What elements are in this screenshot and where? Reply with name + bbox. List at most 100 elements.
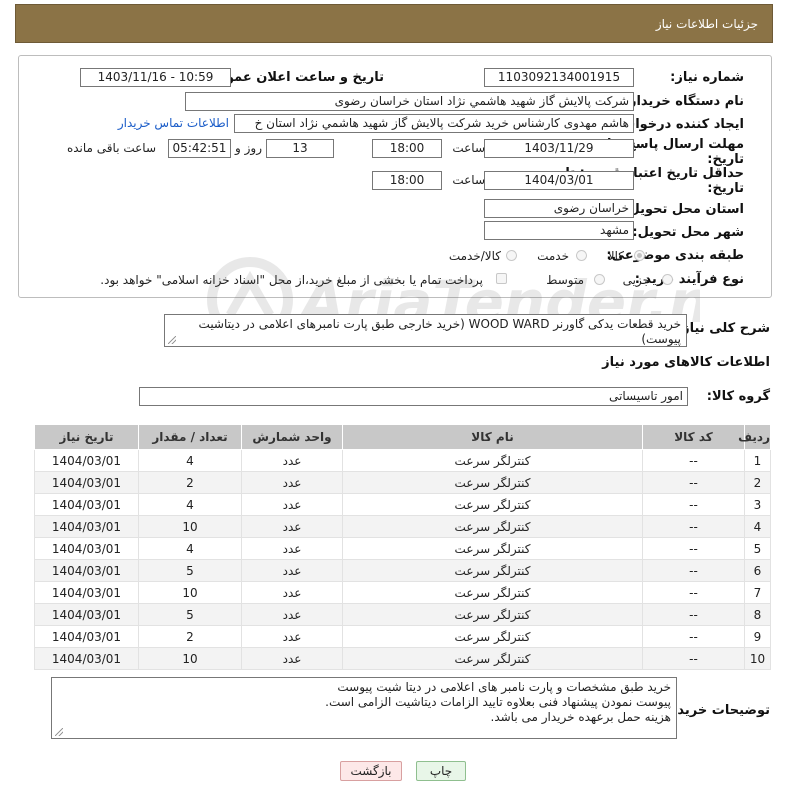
category-goods-service-radio[interactable] <box>506 250 517 261</box>
validity-time-field: 18:00 <box>372 171 442 190</box>
buyer-notes-line-3: هزینه حمل برعهده خریدار می باشد. <box>490 710 672 724</box>
resize-handle-icon[interactable] <box>55 728 63 736</box>
col-header-quantity: تعداد / مقدار <box>138 424 242 450</box>
item-name: کنترلگر سرعت <box>342 581 643 604</box>
resize-handle-icon[interactable] <box>168 336 176 344</box>
row-number: 10 <box>744 647 771 670</box>
item-unit: عدد <box>241 647 343 670</box>
deadline-time-field: 18:00 <box>372 139 442 158</box>
item-quantity: 4 <box>138 537 242 560</box>
table-row: 3 -- کنترلگر سرعت عدد 4 1404/03/01 <box>34 493 771 516</box>
item-quantity: 4 <box>138 449 242 472</box>
row-number: 4 <box>744 515 771 538</box>
goods-group-label: گروه کالا: <box>706 389 770 404</box>
row-number: 3 <box>744 493 771 516</box>
item-unit: عدد <box>241 559 343 582</box>
item-unit: عدد <box>241 537 343 560</box>
category-service-radio[interactable] <box>576 250 587 261</box>
item-code: -- <box>642 559 745 582</box>
item-quantity: 10 <box>138 647 242 670</box>
print-button[interactable]: چاپ <box>416 761 466 781</box>
table-row: 6 -- کنترلگر سرعت عدد 5 1404/03/01 <box>34 559 771 582</box>
item-unit: عدد <box>241 493 343 516</box>
treasury-payment-checkbox[interactable] <box>496 273 507 284</box>
buyer-org-label: نام دستگاه خریدار: <box>623 94 744 109</box>
need-number-field: 1103092134001915 <box>484 68 634 87</box>
process-medium-radio[interactable] <box>594 274 605 285</box>
item-date: 1404/03/01 <box>34 449 139 472</box>
item-date: 1404/03/01 <box>34 581 139 604</box>
col-header-code: کد کالا <box>642 424 745 450</box>
item-name: کنترلگر سرعت <box>342 471 643 494</box>
item-name: کنترلگر سرعت <box>342 493 643 516</box>
item-quantity: 4 <box>138 493 242 516</box>
back-button[interactable]: بازگشت <box>340 761 402 781</box>
table-row: 4 -- کنترلگر سرعت عدد 10 1404/03/01 <box>34 515 771 538</box>
deadline-date-field: 1403/11/29 <box>484 139 634 158</box>
row-number: 6 <box>744 559 771 582</box>
item-code: -- <box>642 493 745 516</box>
item-code: -- <box>642 515 745 538</box>
table-row: 8 -- کنترلگر سرعت عدد 5 1404/03/01 <box>34 603 771 626</box>
row-number: 8 <box>744 603 771 626</box>
item-quantity: 10 <box>138 515 242 538</box>
item-date: 1404/03/01 <box>34 515 139 538</box>
validity-label-date: تاریخ: <box>707 181 744 196</box>
table-row: 9 -- کنترلگر سرعت عدد 2 1404/03/01 <box>34 625 771 648</box>
treasury-payment-note: پرداخت تمام یا بخشی از مبلغ خرید،از محل … <box>100 273 483 287</box>
need-number-label: شماره نیاز: <box>670 70 744 85</box>
category-goods-radio[interactable] <box>634 250 645 261</box>
item-code: -- <box>642 581 745 604</box>
item-date: 1404/03/01 <box>34 625 139 648</box>
days-label: روز و <box>235 141 262 155</box>
col-header-row: ردیف <box>738 424 771 450</box>
process-medium-label: متوسط <box>546 273 584 287</box>
item-quantity: 2 <box>138 471 242 494</box>
creator-field: هاشم مهدوی کارشناس خرید شرکت پالايش گاز … <box>234 114 634 133</box>
table-row: 2 -- کنترلگر سرعت عدد 2 1404/03/01 <box>34 471 771 494</box>
category-service-label: خدمت <box>537 249 569 263</box>
item-unit: عدد <box>241 515 343 538</box>
col-header-name: نام کالا <box>342 424 643 450</box>
process-minor-label: جزیی <box>622 273 650 287</box>
description-textarea[interactable]: خرید قطعات یدکی گاورنر WOOD WARD (خرید خ… <box>164 314 687 347</box>
col-header-date: تاریخ نیاز <box>34 424 139 450</box>
contact-info-link[interactable]: اطلاعات تماس خریدار <box>118 116 229 130</box>
item-name: کنترلگر سرعت <box>342 603 643 626</box>
province-label: استان محل تحویل: <box>623 202 744 217</box>
item-code: -- <box>642 603 745 626</box>
deadline-time-label: ساعت <box>452 141 485 155</box>
item-unit: عدد <box>241 471 343 494</box>
item-unit: عدد <box>241 625 343 648</box>
remaining-label: ساعت باقی مانده <box>66 141 156 155</box>
item-quantity: 10 <box>138 581 242 604</box>
col-header-unit: واحد شمارش <box>241 424 343 450</box>
province-field: خراسان رضوی <box>484 199 634 218</box>
item-date: 1404/03/01 <box>34 537 139 560</box>
item-name: کنترلگر سرعت <box>342 647 643 670</box>
deadline-label-date: تاریخ: <box>707 152 744 167</box>
item-name: کنترلگر سرعت <box>342 537 643 560</box>
row-number: 1 <box>744 449 771 472</box>
days-field: 13 <box>266 139 334 158</box>
page-title: جزئیات اطلاعات نیاز <box>655 17 758 31</box>
city-label: شهر محل تحویل: <box>632 225 744 240</box>
item-unit: عدد <box>241 581 343 604</box>
goods-section-title: اطلاعات کالاهای مورد نیاز <box>602 355 770 370</box>
validity-time-label: ساعت <box>452 173 485 187</box>
item-name: کنترلگر سرعت <box>342 515 643 538</box>
category-goods-service-label: کالا/خدمت <box>448 249 501 263</box>
page-header: جزئیات اطلاعات نیاز <box>15 4 773 43</box>
row-number: 5 <box>744 537 771 560</box>
row-number: 2 <box>744 471 771 494</box>
table-row: 1 -- کنترلگر سرعت عدد 4 1404/03/01 <box>34 449 771 472</box>
buyer-notes-textarea[interactable]: خرید طبق مشخصات و پارت نامبر های اعلامی … <box>51 677 677 739</box>
description-text: خرید قطعات یدکی گاورنر WOOD WARD (خرید خ… <box>198 317 681 346</box>
category-label: طبقه بندی موضوعی: <box>606 248 744 263</box>
item-code: -- <box>642 471 745 494</box>
table-row: 7 -- کنترلگر سرعت عدد 10 1404/03/01 <box>34 581 771 604</box>
buyer-notes-line-1: خرید طبق مشخصات و پارت نامبر های اعلامی … <box>337 680 671 694</box>
validity-date-field: 1404/03/01 <box>484 171 634 190</box>
goods-table-header: ردیف کد کالا نام کالا واحد شمارش تعداد /… <box>34 424 771 450</box>
process-minor-radio[interactable] <box>662 274 673 285</box>
